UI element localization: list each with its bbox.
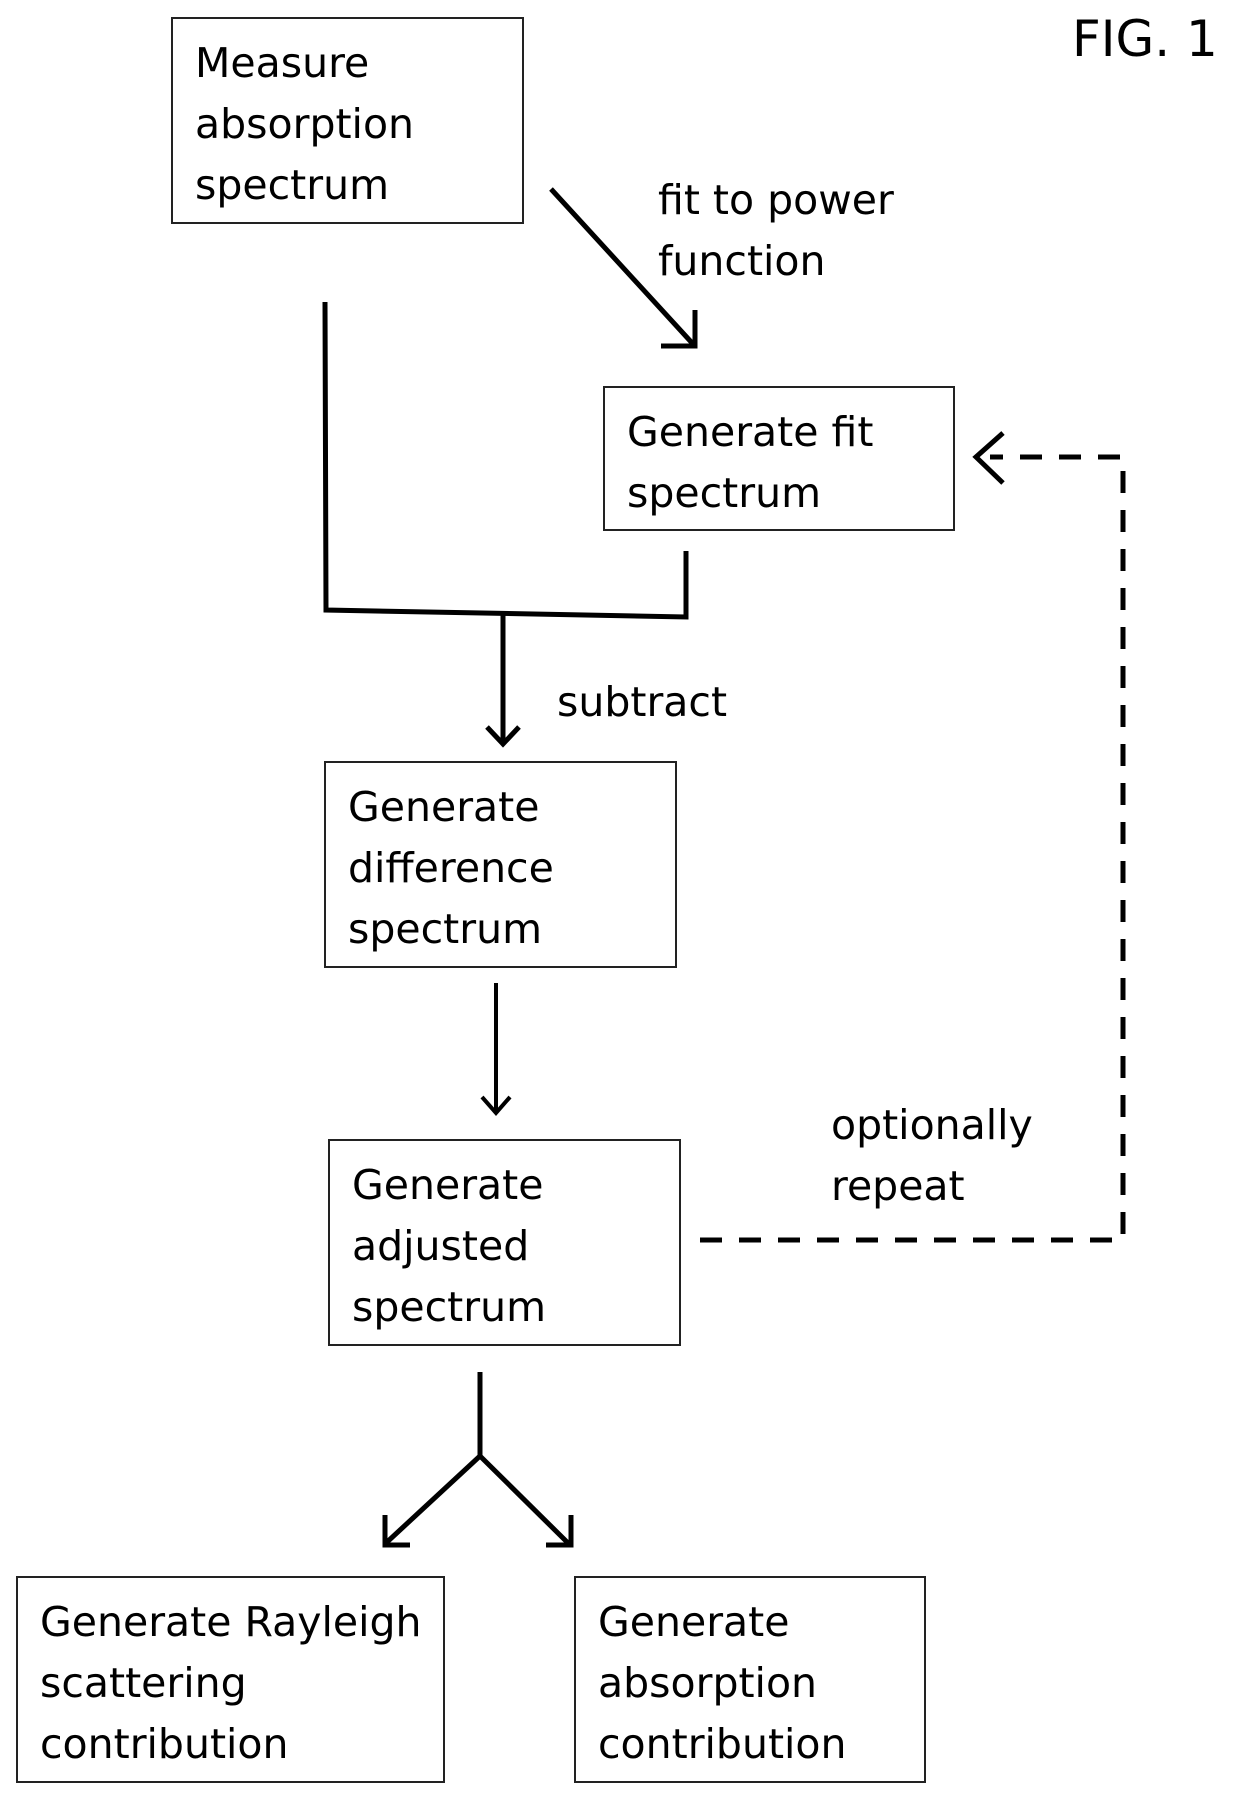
generate-difference-box: Generate difference spectrum (324, 761, 677, 968)
branch-split-arrows (382, 1372, 574, 1548)
generate-rayleigh-box: Generate Rayleigh scattering contributio… (16, 1576, 445, 1783)
box-text-line: absorption (598, 1659, 818, 1707)
label-line: function (658, 237, 826, 285)
box-text-line: spectrum (352, 1283, 547, 1331)
box-text-line: contribution (598, 1720, 847, 1768)
label-line: fit to power (658, 176, 894, 224)
arrow-to-adjusted (480, 983, 512, 1117)
arrow-to-difference (485, 614, 521, 748)
generate-adjusted-box: Generate adjusted spectrum (328, 1139, 681, 1346)
box-text-line: adjusted (352, 1222, 530, 1270)
box-text-line: difference (348, 844, 554, 892)
box-text-line: Generate (352, 1161, 544, 1209)
measure-absorption-box: Measure absorption spectrum (171, 17, 524, 224)
box-text-line: Generate Rayleigh (40, 1598, 422, 1646)
box-text-line: spectrum (195, 161, 390, 209)
generate-absorption-box: Generate absorption contribution (574, 1576, 926, 1783)
box-text-line: absorption (195, 100, 415, 148)
label-line: repeat (831, 1162, 965, 1210)
subtract-label: subtract (557, 678, 728, 726)
generate-fit-box: Generate fit spectrum (603, 386, 955, 531)
box-text-line: Generate (348, 783, 540, 831)
label-line: optionally (831, 1101, 1033, 1149)
box-text-line: spectrum (348, 905, 543, 953)
box-text-line: Generate fit (627, 408, 874, 456)
optionally-repeat-label: optionally repeat (831, 1095, 1033, 1217)
box-text-line: contribution (40, 1720, 289, 1768)
box-text-line: spectrum (627, 469, 822, 517)
box-text-line: scattering (40, 1659, 247, 1707)
fit-power-label: fit to power function (658, 170, 894, 292)
box-text-line: Generate (598, 1598, 790, 1646)
box-text-line: Measure (195, 39, 370, 87)
figure-label: FIG. 1 (1072, 10, 1218, 68)
